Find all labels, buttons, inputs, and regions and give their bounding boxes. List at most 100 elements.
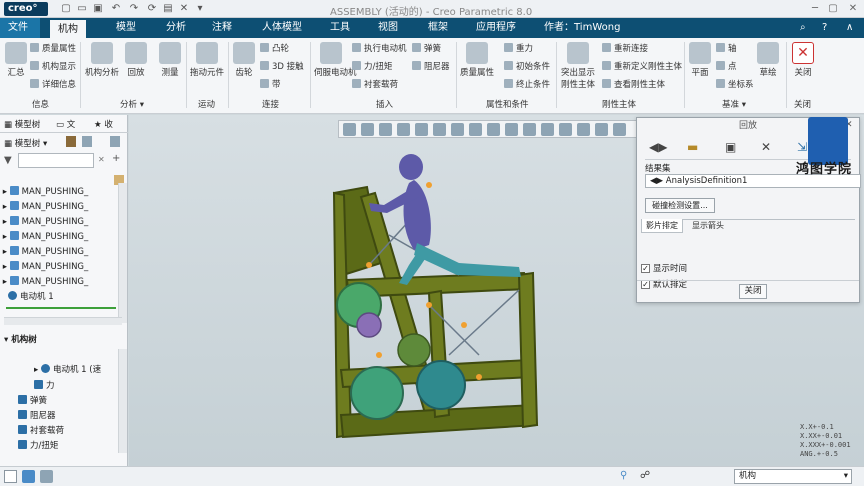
tree-columns-icon[interactable] [110,136,120,147]
close-icon[interactable]: ✕ [846,2,860,16]
mechanism-tree-header[interactable]: ▾ 机构树 [4,333,37,345]
tab-model[interactable]: 模型 [108,18,144,38]
tree-item-man-pushing[interactable]: ▸ MAN_PUSHING_ [0,275,118,290]
tree-search-input[interactable] [18,153,94,168]
tab-file[interactable]: 文件 [0,18,40,38]
undo-icon[interactable]: ↶ [110,3,122,15]
csys-display-icon[interactable] [577,123,590,136]
tab-display-arrows[interactable]: 显示箭头 [685,219,731,233]
zoom-in-icon[interactable] [361,123,374,136]
tab-annotate[interactable]: 注释 [204,18,240,38]
tree-settings-icon[interactable] [66,136,76,147]
help-icon[interactable]: ? [822,22,827,33]
perspective-icon[interactable] [487,123,500,136]
mech-item-force[interactable]: 力 [0,379,118,394]
view-rigid-body-button[interactable]: 查看刚性主体 [602,78,665,90]
csys-button[interactable]: 坐标系 [716,78,754,90]
mass-properties-big-button[interactable]: 质量属性 [460,42,494,78]
clear-search-icon[interactable]: ✕ [98,155,105,164]
highlight-rigid-body-button[interactable]: 突出显示刚性主体 [558,42,598,90]
tab-framework[interactable]: 框架 [420,18,456,38]
group-analysis[interactable]: 分析 ▾ [120,98,144,110]
mass-properties-button[interactable]: 质量属性 [30,42,76,54]
mech-tree-scrollbar[interactable] [118,349,127,453]
tab-author[interactable]: 作者：TimWong [536,18,628,38]
point-button[interactable]: 点 [716,60,737,72]
save-results-icon[interactable]: ▣ [725,140,736,154]
tree-scrollbar[interactable] [118,183,127,323]
model-tree-header[interactable]: ▦ 模型树 ▾ [4,137,47,149]
search-icon[interactable]: ⌕ [800,22,806,33]
summary-button[interactable]: 汇总 [4,42,28,78]
datum-display-icon[interactable] [505,123,518,136]
mech-item-spring[interactable]: 弹簧 [0,394,118,409]
selection-filter-select[interactable]: 机构 ▾ [734,469,852,484]
gear-button[interactable]: 齿轮 [232,42,256,78]
redo-icon[interactable]: ↷ [128,3,140,15]
tree-item-man-pushing[interactable]: ▸ MAN_PUSHING_ [0,185,118,200]
tree-item-motor[interactable]: 电动机 1 [0,290,118,305]
measure-button[interactable]: 测量 [158,42,182,78]
dialog-close-button[interactable]: 关闭 [739,284,767,299]
mechanism-display-button[interactable]: 机构显示 [30,60,76,72]
reconnect-button[interactable]: 重新连接 [602,42,648,54]
windows-icon[interactable]: ▤ [162,3,174,15]
tab-manikin[interactable]: 人体模型 [254,18,310,38]
minimize-icon[interactable]: ─ [808,2,822,16]
bushing-load-button[interactable]: 衬套载荷 [352,78,398,90]
orient-icon[interactable] [415,123,428,136]
gravity-button[interactable]: 重力 [504,42,533,54]
exec-motor-button[interactable]: 执行电动机 [352,42,407,54]
tree-item-man-pushing[interactable]: ▸ MAN_PUSHING_ [0,230,118,245]
damper-button[interactable]: 阻尼器 [412,60,450,72]
detail-info-button[interactable]: 详细信息 [30,78,76,90]
cam-button[interactable]: 凸轮 [260,42,289,54]
play-results-icon[interactable]: ◀▶ [649,140,667,154]
play-icon[interactable] [613,123,626,136]
tab-movie-schedule[interactable]: 影片排定 [641,219,683,233]
fullscreen-icon[interactable] [40,470,53,483]
initial-conditions-button[interactable]: 初始条件 [504,60,550,72]
annotation-display-icon[interactable] [523,123,536,136]
termination-conditions-button[interactable]: 终止条件 [504,78,550,90]
close-window-icon[interactable]: ✕ [178,3,190,15]
drag-components-button[interactable]: 拖动元件 [190,42,224,78]
mech-item-damper[interactable]: 阻尼器 [0,409,118,424]
repaint-icon[interactable] [397,123,410,136]
display-style-icon[interactable] [469,123,482,136]
customize-icon[interactable]: ▾ [194,3,206,15]
refit-icon[interactable] [343,123,356,136]
tab-tools[interactable]: 工具 [322,18,358,38]
filter-icon[interactable]: ▼ [4,155,12,166]
tab-mechanism[interactable]: 机构 [50,18,86,38]
axis-button[interactable]: 轴 [716,42,737,54]
new-icon[interactable]: ▢ [60,3,72,15]
tree-item-man-pushing[interactable]: ▸ MAN_PUSHING_ [0,245,118,260]
axis-display-icon[interactable] [541,123,554,136]
show-browser-icon[interactable] [22,470,35,483]
servo-motor-button[interactable]: 伺服电动机 [314,42,357,78]
zoom-out-icon[interactable] [379,123,392,136]
mech-item-bushing[interactable]: 衬套载荷 [0,424,118,439]
saved-views-icon[interactable] [433,123,446,136]
open-icon[interactable]: ▭ [76,3,88,15]
belt-button[interactable]: 带 [260,78,281,90]
sketch-button[interactable]: 草绘 [756,42,780,78]
show-navigator-icon[interactable] [4,470,17,483]
show-time-checkbox[interactable]: ✓ 显示时间 [641,262,687,274]
tab-view[interactable]: 视图 [370,18,406,38]
tab-model-tree[interactable]: ▦ 模型树 [4,118,40,130]
point-display-icon[interactable] [559,123,572,136]
tab-analysis[interactable]: 分析 [158,18,194,38]
find-icon[interactable]: ⚲ [620,470,627,481]
plane-button[interactable]: 平面 [688,42,712,78]
tab-file-browser[interactable]: ▭ 文 [56,118,75,130]
save-icon[interactable]: ▣ [92,3,104,15]
binoculars-icon[interactable]: ☍ [640,470,650,481]
force-torque-button[interactable]: 力/扭矩 [352,60,392,72]
group-datum[interactable]: 基准 ▾ [722,98,746,110]
redefine-rigid-body-button[interactable]: 重新定义刚性主体 [602,60,682,72]
tree-hscrollbar[interactable] [4,317,122,325]
3d-contact-button[interactable]: 3D 接触 [260,60,304,72]
view-manager-icon[interactable] [451,123,464,136]
